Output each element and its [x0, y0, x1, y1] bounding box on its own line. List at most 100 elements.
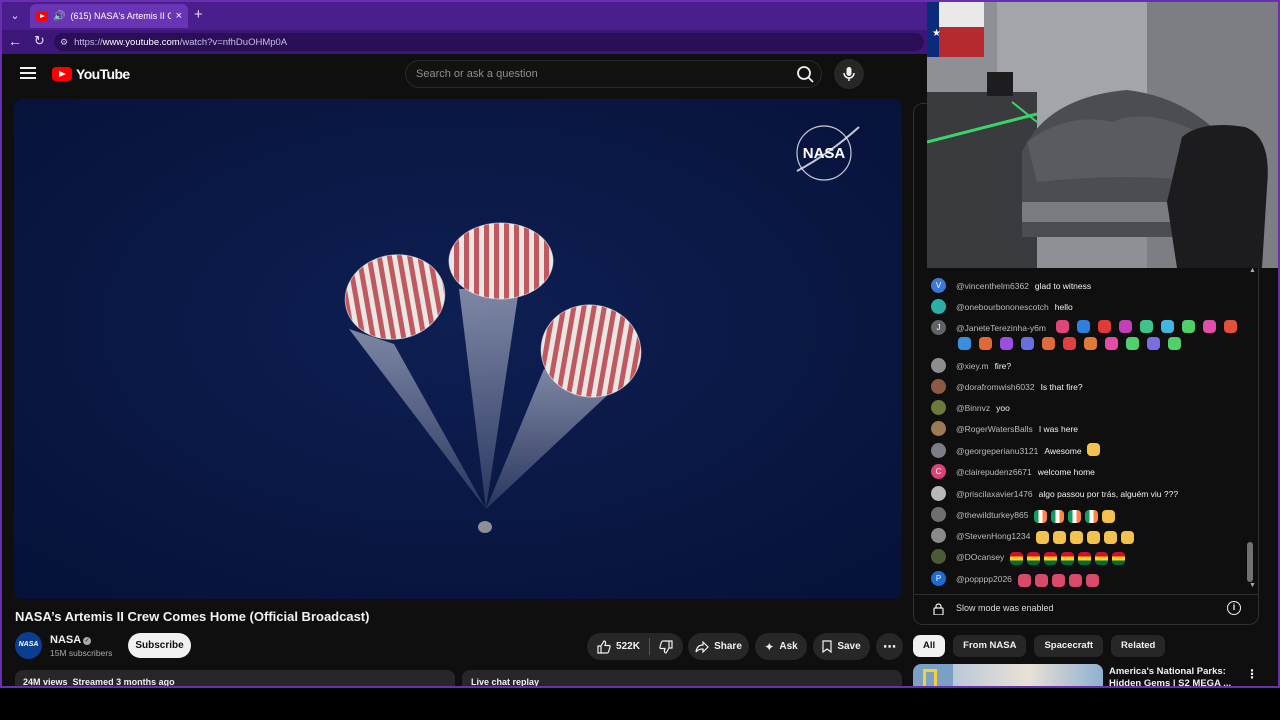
chat-author[interactable]: @StevenHong1234 [956, 531, 1030, 541]
emoji-icon [1182, 320, 1195, 333]
chat-avatar[interactable] [931, 299, 946, 314]
ghana-flag-emoji-icon [1095, 552, 1109, 565]
video-player[interactable]: NASA [14, 99, 902, 599]
microphone-icon [843, 67, 855, 81]
chat-avatar[interactable]: C [931, 464, 946, 479]
url-field[interactable]: ⚙ https://www.youtube.com/watch?v=nfhDuO… [54, 33, 924, 51]
tab-search-chevron-icon[interactable]: ⌄ [6, 7, 24, 25]
chat-avatar[interactable] [931, 400, 946, 415]
search-placeholder: Search or ask a question [416, 68, 538, 80]
recommended-video-title[interactable]: America's National Parks: Hidden Gems | … [1109, 666, 1239, 686]
chip-all[interactable]: All [913, 635, 946, 657]
subscribe-button[interactable]: Subscribe [128, 633, 191, 658]
chip-related[interactable]: Related [1111, 635, 1166, 657]
chat-avatar[interactable] [931, 358, 946, 373]
verified-check-icon: ✓ [83, 637, 92, 645]
emoji-icon [979, 337, 992, 350]
ireland-flag-emoji-icon [1068, 510, 1082, 523]
chat-author[interactable]: @DOcansey [956, 552, 1004, 562]
channel-avatar[interactable]: NASA [15, 632, 42, 659]
chat-avatar[interactable]: V [931, 278, 946, 293]
more-actions-button[interactable]: ⋯ [876, 633, 903, 660]
site-info-icon[interactable]: ⚙ [60, 37, 68, 48]
hamburger-menu-icon[interactable] [20, 67, 36, 79]
chat-avatar[interactable] [931, 528, 946, 543]
back-arrow-icon[interactable]: ← [8, 33, 22, 49]
chat-avatar[interactable] [931, 443, 946, 458]
thinking-emoji-icon [1036, 531, 1050, 544]
emoji-icon [1068, 574, 1082, 587]
emoji-row [1036, 528, 1138, 546]
description-box[interactable]: 24M views Streamed 3 months ago [15, 670, 455, 686]
search-button[interactable] [792, 61, 818, 87]
emoji-icon [1085, 574, 1099, 587]
chat-author[interactable]: @clairepudenz6671 [956, 467, 1032, 477]
ask-button[interactable]: ✦ Ask [755, 633, 807, 660]
emoji-icon [1077, 320, 1090, 333]
chat-author[interactable]: @popppp2026 [956, 574, 1012, 584]
emoji-icon [1126, 337, 1139, 350]
chat-author[interactable]: @RogerWatersBalls [956, 424, 1033, 434]
recommendation-chips: All From NASA Spacecraft Related [913, 635, 1166, 657]
emoji-icon [1161, 320, 1174, 333]
reload-icon[interactable]: ↻ [34, 33, 45, 49]
live-chat-replay-toggle[interactable]: Live chat replay [462, 670, 902, 686]
like-dislike-group: 522K [587, 633, 683, 660]
chat-author[interactable]: @priscilaxavier1476 [956, 489, 1033, 499]
chat-scrollbar-thumb[interactable] [1247, 542, 1253, 582]
chat-scroll-up-icon[interactable]: ▲ [1249, 267, 1256, 274]
chat-message: J @JaneteTerezinha-y6m [931, 320, 1046, 335]
tab-close-icon[interactable]: × [176, 10, 182, 22]
emoji-icon [1140, 320, 1153, 333]
chat-avatar[interactable] [931, 421, 946, 436]
save-button[interactable]: Save [813, 633, 870, 660]
audio-playing-icon[interactable]: 🔊 [53, 11, 65, 22]
chat-author[interactable]: @xiey.m [956, 361, 989, 371]
channel-name[interactable]: NASA ✓ [50, 634, 92, 646]
search-icon [797, 66, 814, 83]
chat-message: @onebourbononescotch hello [931, 299, 1073, 314]
info-icon[interactable]: i [1227, 601, 1241, 615]
new-tab-plus-icon[interactable]: + [194, 6, 203, 23]
letterbox-bar [0, 688, 1280, 720]
thinking-emoji-icon [1104, 531, 1118, 544]
youtube-logo[interactable]: YouTube [52, 66, 130, 82]
chat-author[interactable]: @onebourbononescotch [956, 302, 1049, 312]
chat-message: @DOcansey [931, 549, 1129, 567]
browser-tab-active[interactable]: 🔊 (615) NASA's Artemis II Crew Comes Hom… [30, 4, 188, 28]
like-count[interactable]: 522K [616, 641, 640, 652]
ghana-flag-emoji-icon [1044, 552, 1058, 565]
chat-message: @priscilaxavier1476 algo passou por trás… [931, 486, 1178, 501]
chat-avatar[interactable] [931, 379, 946, 394]
chat-text: welcome home [1037, 467, 1095, 477]
search-input[interactable]: Search or ask a question [405, 60, 822, 88]
chip-from-nasa[interactable]: From NASA [953, 635, 1027, 657]
ghana-flag-emoji-icon [1010, 552, 1024, 565]
youtube-logo-text: YouTube [76, 66, 130, 82]
chat-avatar[interactable]: P [931, 571, 946, 586]
chat-author[interactable]: @dorafromwish6032 [956, 382, 1035, 392]
share-button[interactable]: Share [688, 633, 749, 660]
chat-avatar[interactable]: J [931, 320, 946, 335]
emoji-icon [1021, 337, 1034, 350]
video-title: NASA’s Artemis II Crew Comes Home (Offic… [15, 609, 370, 624]
recommended-video-thumbnail[interactable] [913, 664, 1103, 686]
chat-avatar[interactable] [931, 549, 946, 564]
emoji-icon [1042, 337, 1055, 350]
thumbs-up-icon[interactable] [597, 639, 611, 654]
chat-author[interactable]: @JaneteTerezinha-y6m [956, 323, 1046, 333]
youtube-masthead: YouTube Search or ask a question [2, 54, 926, 94]
chat-author[interactable]: @thewildturkey865 [956, 510, 1028, 520]
chat-scroll-down-icon[interactable]: ▼ [1249, 582, 1256, 589]
emoji-icon [1119, 320, 1132, 333]
more-vertical-icon[interactable]: ⋮ [1246, 667, 1258, 681]
chat-author[interactable]: @Binnvz [956, 403, 990, 413]
thumbs-down-icon[interactable] [659, 639, 673, 654]
chat-avatar[interactable] [931, 486, 946, 501]
chat-author[interactable]: @vincenthelm6362 [956, 281, 1029, 291]
chat-avatar[interactable] [931, 507, 946, 522]
chip-spacecraft[interactable]: Spacecraft [1034, 635, 1104, 657]
orion-capsule [478, 521, 492, 533]
chat-author[interactable]: @georgeperianu3121 [956, 446, 1038, 456]
voice-search-button[interactable] [834, 59, 864, 89]
